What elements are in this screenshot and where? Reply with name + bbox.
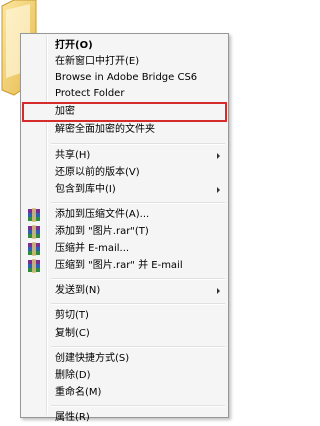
menu-item-label: 属性(R) bbox=[55, 412, 90, 423]
menu-item-create-shortcut[interactable]: 创建快捷方式(S) bbox=[24, 351, 225, 367]
menu-item-protect-folder[interactable]: Protect Folder bbox=[24, 86, 225, 102]
menu-item-label: Protect Folder bbox=[55, 88, 125, 99]
menu-item-label: 添加到 "图片.rar"(T) bbox=[55, 226, 149, 237]
context-menu: 打开(O) 在新窗口中打开(E) Browse in Adobe Bridge … bbox=[20, 33, 229, 423]
menu-item-encrypt[interactable]: 加密 bbox=[22, 102, 227, 122]
menu-item-open-new-window[interactable]: 在新窗口中打开(E) bbox=[24, 54, 225, 70]
menu-item-compress-and-email[interactable]: 压缩并 E-mail... bbox=[24, 241, 225, 257]
menu-item-compress-to-rar-and-email[interactable]: 压缩到 "图片.rar" 并 E-mail bbox=[24, 258, 225, 274]
menu-item-label: 在新窗口中打开(E) bbox=[55, 56, 140, 67]
menu-item-label: 剪切(T) bbox=[55, 310, 89, 321]
menu-item-send-to[interactable]: 发送到(N) bbox=[24, 283, 225, 299]
winrar-archive-icon bbox=[27, 208, 41, 222]
menu-item-label: Browse in Adobe Bridge CS6 bbox=[55, 72, 198, 83]
menu-separator bbox=[51, 346, 225, 348]
menu-separator bbox=[51, 303, 225, 305]
menu-item-properties[interactable]: 属性(R) bbox=[24, 400, 225, 423]
menu-item-label: 打开(O) bbox=[55, 40, 93, 51]
menu-separator bbox=[51, 143, 225, 145]
winrar-archive-icon bbox=[27, 259, 41, 273]
winrar-archive-icon bbox=[27, 242, 41, 256]
submenu-arrow-icon bbox=[217, 288, 220, 294]
menu-item-restore-previous-versions[interactable]: 还原以前的版本(V) bbox=[24, 165, 225, 181]
menu-item-share[interactable]: 共享(H) bbox=[24, 148, 225, 164]
menu-item-browse-adobe-bridge[interactable]: Browse in Adobe Bridge CS6 bbox=[24, 70, 225, 86]
menu-item-label: 加密 bbox=[55, 106, 75, 117]
menu-item-label: 压缩并 E-mail... bbox=[55, 243, 130, 254]
menu-item-label: 包含到库中(I) bbox=[55, 184, 116, 195]
menu-item-cut[interactable]: 剪切(T) bbox=[24, 308, 225, 324]
menu-item-label: 复制(C) bbox=[55, 328, 90, 339]
menu-item-label: 压缩到 "图片.rar" 并 E-mail bbox=[55, 260, 183, 271]
menu-item-delete[interactable]: 删除(D) bbox=[24, 368, 225, 384]
menu-item-label: 重命名(M) bbox=[55, 387, 102, 398]
menu-item-label: 发送到(N) bbox=[55, 285, 101, 296]
submenu-arrow-icon bbox=[217, 187, 220, 193]
menu-separator bbox=[51, 278, 225, 280]
menu-item-label: 添加到压缩文件(A)... bbox=[55, 209, 150, 220]
menu-item-label: 删除(D) bbox=[55, 370, 91, 381]
menu-item-label: 还原以前的版本(V) bbox=[55, 167, 140, 178]
menu-item-include-in-library[interactable]: 包含到库中(I) bbox=[24, 182, 225, 198]
menu-item-copy[interactable]: 复制(C) bbox=[24, 326, 225, 342]
menu-item-open[interactable]: 打开(O) bbox=[24, 38, 225, 54]
menu-item-label: 解密全面加密的文件夹 bbox=[55, 124, 155, 135]
winrar-archive-icon bbox=[27, 225, 41, 239]
menu-item-rename[interactable]: 重命名(M) bbox=[24, 385, 225, 401]
menu-item-add-to-archive[interactable]: 添加到压缩文件(A)... bbox=[24, 207, 225, 223]
menu-separator bbox=[51, 202, 225, 204]
menu-item-label: 共享(H) bbox=[55, 150, 91, 161]
menu-item-decrypt-folder[interactable]: 解密全面加密的文件夹 bbox=[24, 122, 225, 138]
menu-item-add-to-rar[interactable]: 添加到 "图片.rar"(T) bbox=[24, 224, 225, 240]
submenu-arrow-icon bbox=[217, 153, 220, 159]
menu-item-label: 创建快捷方式(S) bbox=[55, 353, 130, 364]
